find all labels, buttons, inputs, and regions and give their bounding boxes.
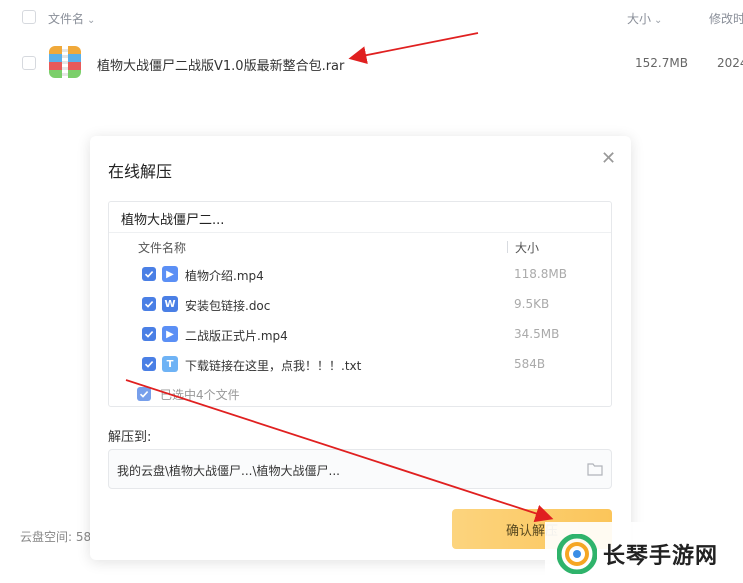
file-size: 118.8MB [514, 267, 567, 281]
selected-count: 已选中4个文件 [160, 388, 240, 402]
row-checkbox[interactable] [22, 56, 36, 70]
storage-info: 云盘空间: 58 [20, 530, 92, 544]
column-header-size[interactable]: 大小 ⌄ [627, 10, 662, 27]
file-name: 植物介绍.mp4 [185, 269, 264, 283]
extract-path-field[interactable]: 我的云盘\植物大战僵尸...\植物大战僵尸... [108, 449, 612, 489]
table-row[interactable]: 植物大战僵尸二战版V1.0版最新整合包.rar 152.7MB 2024 [0, 40, 743, 86]
archive-contents-panel: 植物大战僵尸二... 文件名称 大小 ▶ 植物介绍.mp4 118.8MB W … [108, 201, 612, 407]
archive-name: 植物大战僵尸二... [121, 213, 225, 228]
file-checkbox[interactable] [142, 267, 156, 281]
file-checkbox[interactable] [142, 327, 156, 341]
file-name: 下载链接在这里，点我！！！.txt [185, 359, 362, 373]
column-header-name-label: 文件名 [48, 12, 85, 26]
column-header-modified[interactable]: 修改时 [709, 10, 743, 27]
close-icon[interactable]: ✕ [601, 148, 616, 169]
rar-archive-icon [49, 46, 81, 78]
text-file-icon: T [162, 356, 178, 372]
select-all-checkbox[interactable] [22, 10, 36, 24]
file-name[interactable]: 植物大战僵尸二战版V1.0版最新整合包.rar [97, 55, 344, 74]
file-name: 安装包链接.doc [185, 299, 271, 313]
column-header-filename: 文件名称 [138, 241, 187, 255]
word-document-icon: W [162, 296, 178, 312]
file-name: 二战版正式片.mp4 [185, 329, 288, 343]
file-checkbox[interactable] [142, 357, 156, 371]
list-item[interactable]: W 安装包链接.doc 9.5KB [109, 292, 611, 322]
select-all-files-checkbox[interactable] [137, 387, 151, 401]
file-size: 584B [514, 357, 546, 371]
chevron-down-icon: ⌄ [87, 15, 96, 26]
file-size: 9.5KB [514, 297, 550, 311]
file-size: 34.5MB [514, 327, 560, 341]
watermark-logo-icon [556, 533, 598, 578]
watermark-text: 长琴手游网 [603, 544, 719, 569]
column-header-filesize: 大小 [515, 241, 540, 255]
folder-icon[interactable] [587, 462, 603, 480]
extract-dialog: 在线解压 ✕ 植物大战僵尸二... 文件名称 大小 ▶ 植物介绍.mp4 118… [90, 136, 631, 560]
extract-path: 我的云盘\植物大战僵尸...\植物大战僵尸... [117, 464, 340, 478]
column-header-size-label: 大小 [627, 12, 652, 26]
file-checkbox[interactable] [142, 297, 156, 311]
dialog-title: 在线解压 [108, 162, 173, 181]
video-file-icon: ▶ [162, 326, 178, 342]
watermark: 长琴手游网 [545, 522, 743, 583]
chevron-down-icon: ⌄ [654, 15, 663, 26]
video-file-icon: ▶ [162, 266, 178, 282]
list-item[interactable]: ▶ 二战版正式片.mp4 34.5MB [109, 322, 611, 352]
file-size: 152.7MB [635, 56, 688, 70]
list-item[interactable]: T 下载链接在这里，点我！！！.txt 584B [109, 352, 611, 382]
extract-to-label: 解压到: [108, 430, 152, 445]
list-item[interactable]: ▶ 植物介绍.mp4 118.8MB [109, 262, 611, 292]
column-header-name[interactable]: 文件名 ⌄ [48, 10, 95, 27]
file-date: 2024 [717, 56, 743, 70]
